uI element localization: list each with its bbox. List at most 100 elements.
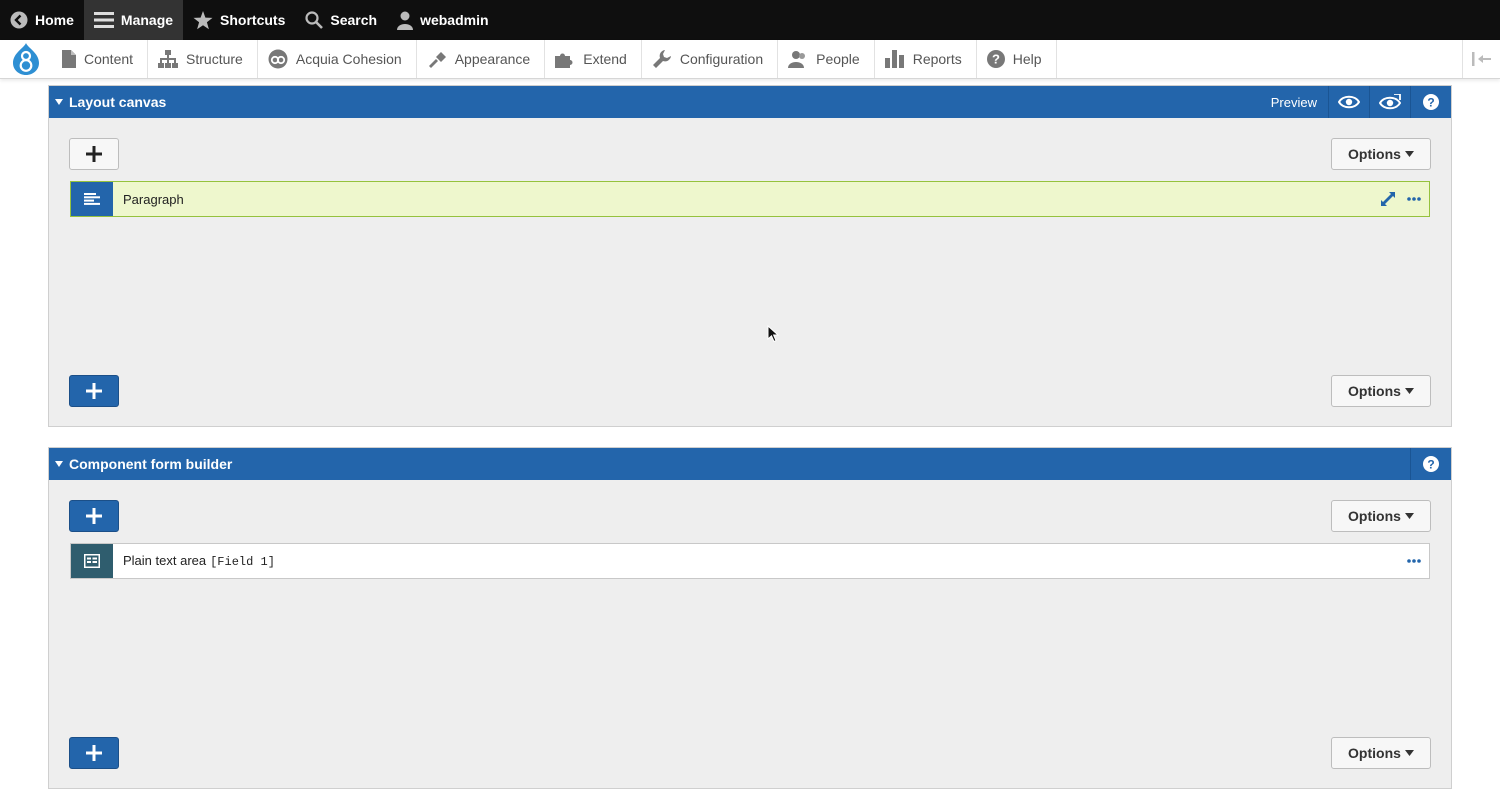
layout-canvas-toggle[interactable]: Layout canvas <box>49 94 1271 110</box>
search-tab[interactable]: Search <box>295 0 387 40</box>
caret-down-icon <box>55 461 63 467</box>
back-arrow-icon <box>10 11 28 29</box>
svg-text:?: ? <box>1427 95 1434 109</box>
home-link[interactable]: Home <box>0 0 84 40</box>
home-label: Home <box>35 12 74 28</box>
menu-label-help: Help <box>1012 51 1042 67</box>
brush-icon <box>427 50 447 68</box>
wrench-icon <box>652 49 672 69</box>
plus-icon <box>86 508 102 524</box>
menu-item-appearance[interactable]: Appearance <box>417 40 546 78</box>
bar-chart-icon <box>884 50 905 68</box>
list-item-label: Plain text area [Field 1] <box>123 553 275 569</box>
eye-expand-icon <box>1379 94 1401 110</box>
more-actions-icon[interactable] <box>1407 559 1421 563</box>
star-icon <box>193 10 213 30</box>
row-actions <box>1395 559 1429 563</box>
add-element-top-button[interactable] <box>69 138 119 170</box>
collapse-toolbar-button[interactable] <box>1462 40 1500 78</box>
preview-fullscreen-button[interactable] <box>1369 86 1410 118</box>
top-toolbar: Home Manage Shortcuts Search webadmin <box>0 0 1500 40</box>
more-actions-icon[interactable] <box>1407 197 1421 201</box>
options-label: Options <box>1348 508 1401 524</box>
search-icon <box>305 11 324 29</box>
row-actions <box>1369 192 1429 206</box>
menu-item-extend[interactable]: Extend <box>545 40 642 78</box>
field-type-label: Plain text area <box>123 553 207 568</box>
list-item-plain-text-area[interactable]: Plain text area [Field 1] <box>70 543 1430 579</box>
caret-down-icon <box>55 99 63 105</box>
drupal-logo[interactable] <box>0 40 52 78</box>
form-builder-title: Component form builder <box>69 456 233 472</box>
list-item-label: Paragraph <box>123 191 184 207</box>
sitemap-icon <box>158 50 179 68</box>
layout-canvas-header: Layout canvas Preview ? <box>49 86 1451 118</box>
menu-label-appearance: Appearance <box>454 51 531 67</box>
dropdown-caret-icon <box>1404 388 1414 394</box>
add-field-top-button[interactable] <box>69 500 119 532</box>
form-builder-panel: Component form builder ? Options Plain t… <box>48 447 1452 789</box>
list-item-paragraph[interactable]: Paragraph <box>70 181 1430 217</box>
dropdown-caret-icon <box>1404 151 1414 157</box>
user-label: webadmin <box>420 12 489 28</box>
add-field-bottom-button[interactable] <box>69 737 119 769</box>
layout-canvas-panel: Layout canvas Preview ? Options Paragrap… <box>48 85 1452 427</box>
options-top-button[interactable]: Options <box>1331 500 1431 532</box>
collapse-left-icon <box>1471 52 1492 66</box>
user-icon <box>397 11 414 30</box>
menu-label-configuration: Configuration <box>679 51 764 67</box>
hamburger-icon <box>93 12 114 28</box>
options-label: Options <box>1348 146 1401 162</box>
options-label: Options <box>1348 383 1401 399</box>
shortcuts-tab[interactable]: Shortcuts <box>183 0 295 40</box>
menu-item-reports[interactable]: Reports <box>875 40 977 78</box>
dropdown-caret-icon <box>1404 750 1414 756</box>
expand-icon[interactable] <box>1381 192 1395 206</box>
user-tab[interactable]: webadmin <box>387 0 498 40</box>
menu-label-structure: Structure <box>186 51 243 67</box>
dropdown-caret-icon <box>1404 513 1414 519</box>
add-element-bottom-button[interactable] <box>69 375 119 407</box>
paragraph-icon <box>71 182 113 216</box>
layout-canvas-help-button[interactable]: ? <box>1410 86 1451 118</box>
preview-button[interactable] <box>1328 86 1369 118</box>
menu-label-acquia-cohesion: Acquia Cohesion <box>295 51 402 67</box>
shortcuts-label: Shortcuts <box>220 12 286 28</box>
preview-link[interactable]: Preview <box>1271 95 1328 110</box>
menu-item-configuration[interactable]: Configuration <box>642 40 779 78</box>
menu-item-acquia-cohesion[interactable]: Acquia Cohesion <box>258 40 417 78</box>
admin-menu: Content Structure Acquia Cohesion Appear… <box>0 40 1500 79</box>
menu-label-reports: Reports <box>912 51 962 67</box>
form-builder-header: Component form builder ? <box>49 448 1451 480</box>
plus-icon <box>86 745 102 761</box>
options-label: Options <box>1348 745 1401 761</box>
menu-label-people: People <box>816 51 860 67</box>
help-icon: ? <box>1423 94 1439 110</box>
menu-item-structure[interactable]: Structure <box>148 40 258 78</box>
menu-item-people[interactable]: People <box>778 40 875 78</box>
form-builder-toggle[interactable]: Component form builder <box>49 456 1410 472</box>
field-name-label: [Field 1] <box>210 555 275 569</box>
plus-icon <box>86 383 102 399</box>
cohesion-icon <box>268 49 288 69</box>
people-icon <box>788 50 808 68</box>
help-icon: ? <box>986 50 1005 68</box>
svg-text:?: ? <box>992 52 1000 67</box>
options-bottom-button[interactable]: Options <box>1331 375 1431 407</box>
help-icon: ? <box>1423 456 1439 472</box>
mouse-cursor-icon <box>767 325 779 343</box>
layout-canvas-title: Layout canvas <box>69 94 167 110</box>
manage-tab[interactable]: Manage <box>83 0 184 40</box>
textarea-icon <box>71 544 113 578</box>
page-icon <box>62 50 76 68</box>
menu-label-extend: Extend <box>583 51 627 67</box>
options-top-button[interactable]: Options <box>1331 138 1431 170</box>
puzzle-icon <box>555 50 575 68</box>
menu-item-content[interactable]: Content <box>52 40 149 78</box>
menu-item-help[interactable]: ? Help <box>977 40 1057 78</box>
form-builder-help-button[interactable]: ? <box>1410 448 1451 480</box>
manage-label: Manage <box>120 12 174 28</box>
search-label: Search <box>330 12 378 28</box>
plus-icon <box>86 146 102 162</box>
options-bottom-button[interactable]: Options <box>1331 737 1431 769</box>
